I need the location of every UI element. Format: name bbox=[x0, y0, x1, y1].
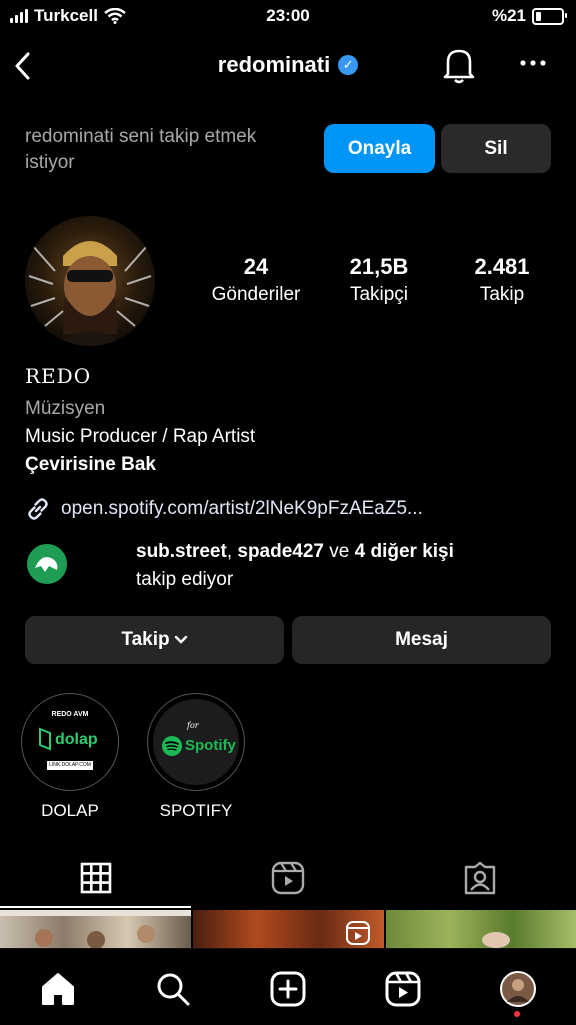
reels-nav-icon bbox=[385, 971, 421, 1007]
delete-button[interactable]: Sil bbox=[441, 124, 551, 173]
bottom-navigation bbox=[0, 948, 576, 1025]
stat-value: 24 bbox=[243, 254, 269, 279]
stat-posts[interactable]: 24 Gönderiler bbox=[196, 254, 316, 306]
highlight-top-text: REDO AVM bbox=[51, 711, 89, 718]
highlight-script-text: for bbox=[187, 721, 199, 730]
bell-icon[interactable] bbox=[442, 46, 476, 84]
dolap-logo-icon bbox=[39, 727, 51, 751]
profile-header: redominati ✓ bbox=[0, 40, 576, 92]
post-thumbnail[interactable] bbox=[193, 910, 384, 948]
following-button[interactable]: Takip bbox=[25, 616, 284, 664]
stat-label: Gönderiler bbox=[211, 284, 301, 305]
post-thumbnail[interactable] bbox=[0, 910, 191, 948]
stat-label: Takipçi bbox=[349, 284, 409, 305]
create-icon bbox=[270, 971, 306, 1007]
follower-name[interactable]: sub.street bbox=[136, 541, 227, 562]
profile-name: REDO bbox=[25, 364, 92, 388]
following-label: Takip bbox=[121, 629, 170, 650]
nav-create[interactable] bbox=[268, 969, 308, 1009]
stat-value: 2.481 bbox=[474, 254, 530, 279]
spotify-logo-text: Spotify bbox=[185, 737, 236, 754]
username: redominati bbox=[217, 52, 331, 77]
nav-profile[interactable] bbox=[498, 969, 538, 1009]
stat-value: 21,5B bbox=[349, 254, 409, 279]
follower-name[interactable]: spade427 bbox=[237, 541, 324, 562]
tab-posts-grid[interactable] bbox=[76, 858, 116, 898]
clock: 23:00 bbox=[266, 6, 310, 25]
avatar[interactable] bbox=[25, 216, 155, 346]
translate-link[interactable]: Çevirisine Bak bbox=[25, 454, 156, 476]
follower-avatar bbox=[83, 542, 127, 586]
mutual-followers[interactable]: sub.street, spade427 ve 4 diğer kişi tak… bbox=[25, 538, 565, 590]
link-text: open.spotify.com/artist/2lNeK9pFzAEaZ5..… bbox=[61, 498, 423, 519]
nav-reels[interactable] bbox=[383, 969, 423, 1009]
profile-category: Müzisyen bbox=[25, 398, 106, 419]
battery-percent: %21 bbox=[491, 6, 526, 25]
message-button[interactable]: Mesaj bbox=[292, 616, 551, 664]
spotify-logo-icon bbox=[162, 736, 182, 756]
tab-reels[interactable] bbox=[268, 858, 308, 898]
follower-avatar bbox=[25, 542, 69, 586]
status-bar: Turkcell 23:00 %21 bbox=[0, 0, 576, 34]
home-icon bbox=[42, 973, 74, 1005]
stat-label: Takip bbox=[479, 284, 525, 305]
highlight-cover: for Spotify bbox=[153, 699, 239, 785]
highlight-label: DOLAP bbox=[41, 801, 99, 820]
profile-link[interactable]: open.spotify.com/artist/2lNeK9pFzAEaZ5..… bbox=[25, 496, 423, 522]
link-icon bbox=[28, 498, 48, 520]
grid-icon bbox=[80, 862, 112, 894]
tagged-icon bbox=[464, 861, 496, 895]
search-icon bbox=[157, 973, 190, 1006]
profile-bio: Music Producer / Rap Artist bbox=[25, 426, 256, 447]
highlight-dolap[interactable]: REDO AVM dolap LINK.DOLAP.COM DOLAP bbox=[21, 693, 119, 821]
verified-badge-icon: ✓ bbox=[338, 55, 359, 75]
follow-request-text: redominati seni takip etmek istiyor bbox=[25, 126, 257, 173]
highlight-label: SPOTIFY bbox=[159, 801, 233, 820]
highlight-cover: REDO AVM dolap LINK.DOLAP.COM bbox=[27, 699, 113, 785]
battery-icon bbox=[532, 7, 567, 25]
post-thumbnail[interactable] bbox=[386, 910, 576, 948]
nav-home[interactable] bbox=[38, 969, 78, 1009]
reels-indicator-icon bbox=[346, 921, 370, 945]
profile-username-title: redominati ✓ bbox=[0, 52, 576, 78]
notification-dot bbox=[514, 1011, 520, 1017]
highlight-sub-text: LINK.DOLAP.COM bbox=[47, 761, 93, 770]
tab-tagged[interactable] bbox=[460, 858, 500, 898]
mutual-suffix: takip ediyor bbox=[136, 569, 234, 590]
stat-followers[interactable]: 21,5B Takipçi bbox=[319, 254, 439, 306]
stat-following[interactable]: 2.481 Takip bbox=[442, 254, 562, 306]
reels-icon bbox=[271, 861, 305, 895]
separator: ve bbox=[324, 541, 355, 562]
others-count[interactable]: 4 diğer kişi bbox=[355, 541, 454, 562]
chevron-down-icon bbox=[174, 635, 187, 644]
nav-search[interactable] bbox=[153, 969, 193, 1009]
approve-button[interactable]: Onayla bbox=[324, 124, 435, 173]
mutual-followers-text: sub.street, spade427 ve 4 diğer kişi tak… bbox=[136, 538, 454, 594]
profile-avatar-icon bbox=[500, 971, 536, 1007]
highlight-spotify[interactable]: for Spotify SPOTIFY bbox=[147, 693, 245, 821]
active-tab-indicator bbox=[0, 906, 191, 908]
more-icon[interactable] bbox=[519, 58, 547, 68]
dolap-logo-text: dolap bbox=[55, 731, 98, 748]
separator: , bbox=[226, 541, 238, 562]
